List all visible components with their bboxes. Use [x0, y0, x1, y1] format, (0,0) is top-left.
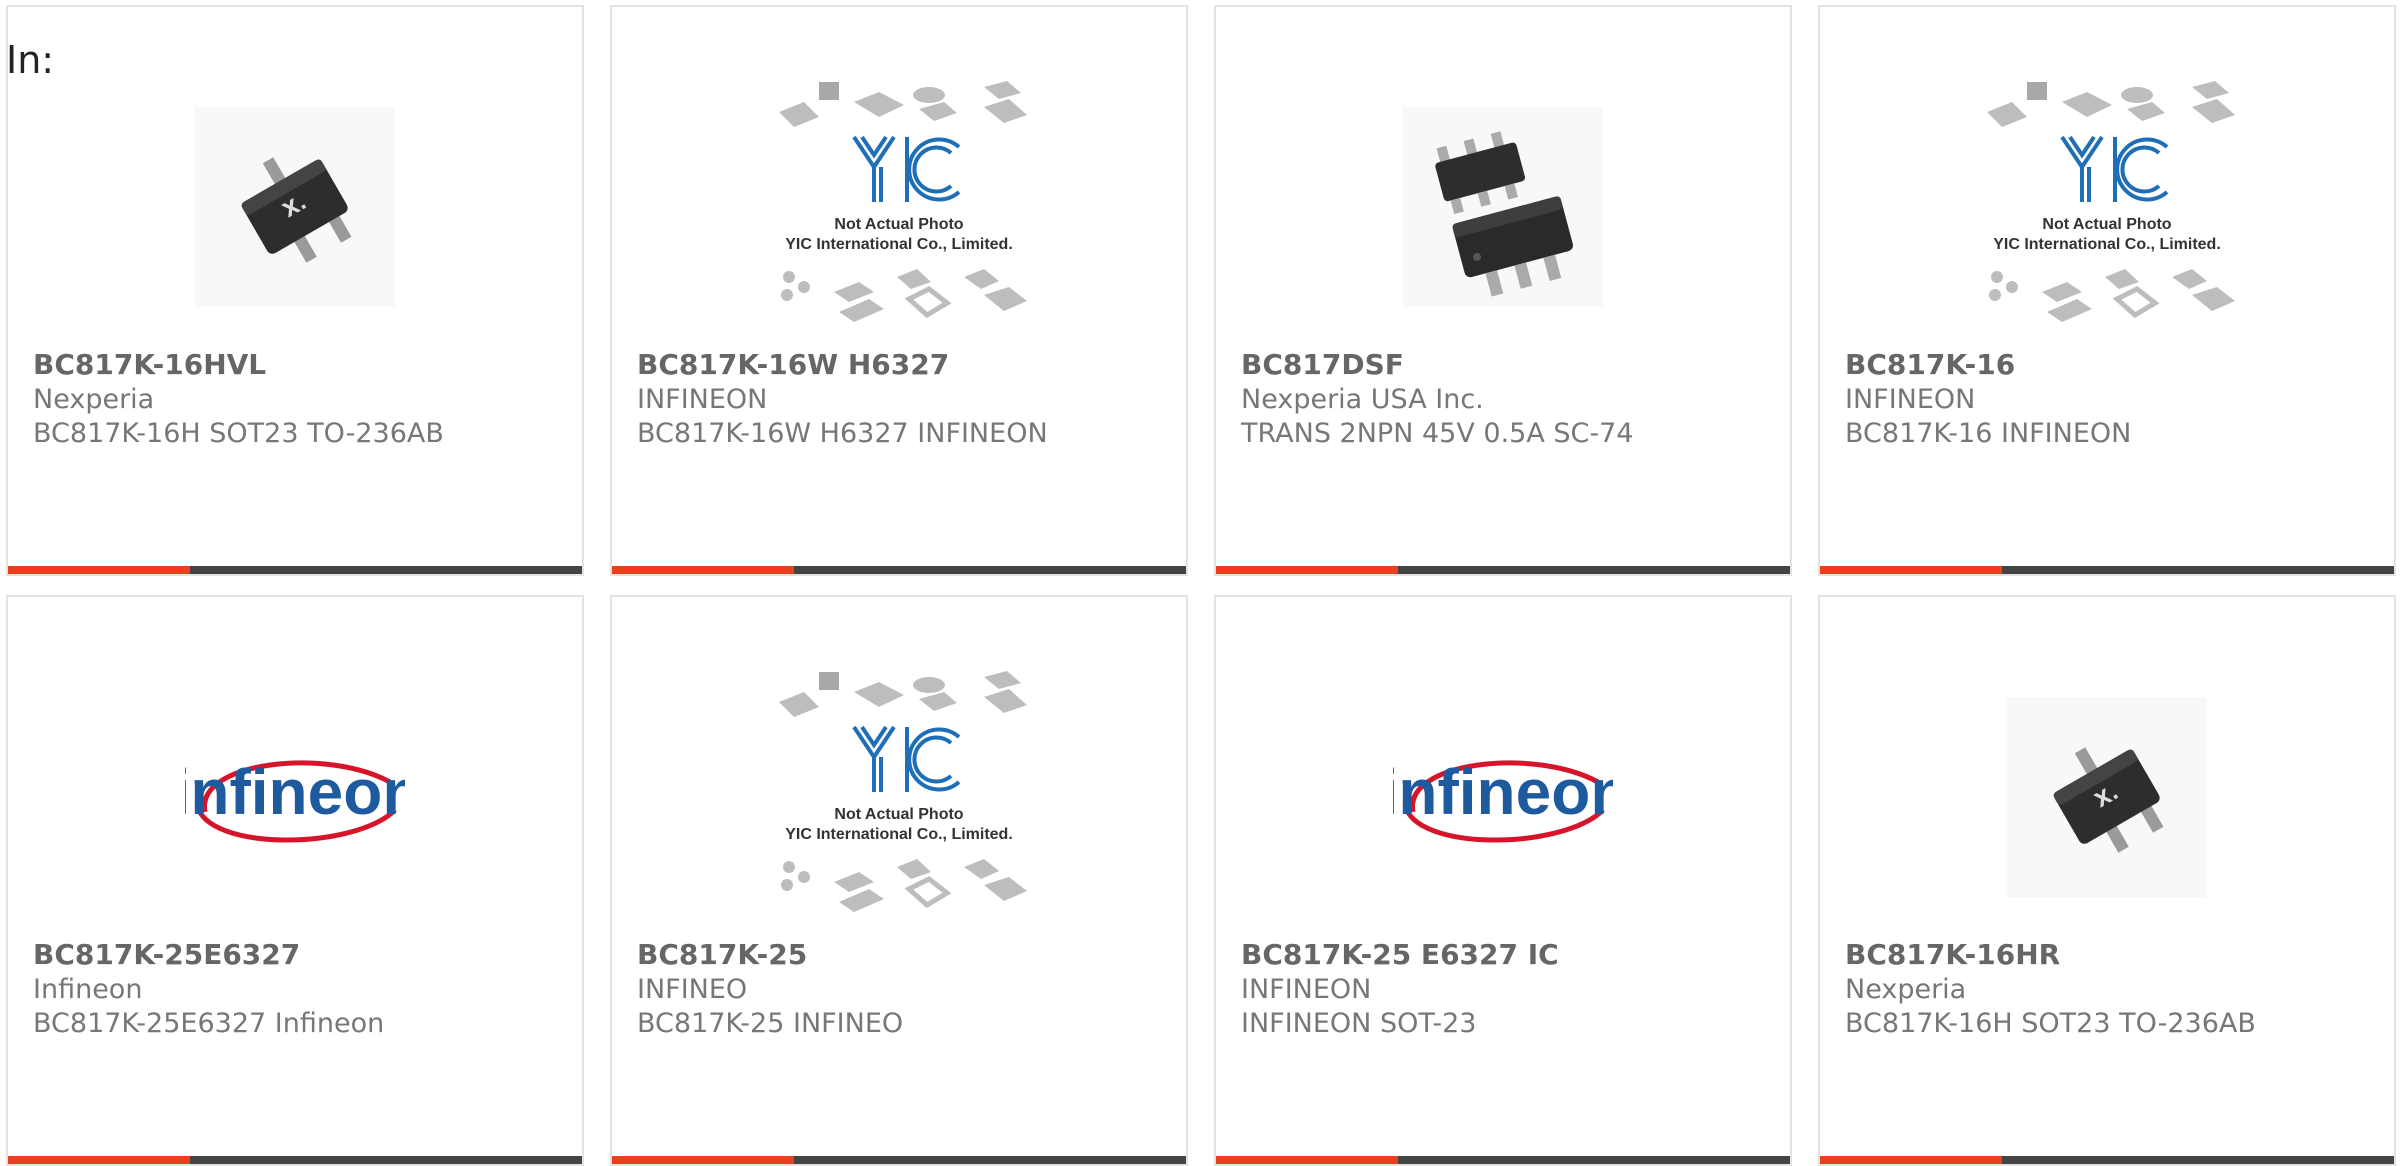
product-card[interactable]: Not Actual Photo YIC International Co., …	[610, 595, 1188, 1166]
card-bar	[612, 1156, 1186, 1164]
sc74-package-icon	[1403, 107, 1603, 307]
description: TRANS 2NPN 45V 0.5A SC-74	[1241, 418, 1634, 449]
placeholder-company: YIC International Co., Limited.	[1993, 236, 2221, 253]
product-image	[1820, 657, 2394, 937]
yic-placeholder-icon: Not Actual Photo YIC International Co., …	[779, 81, 1027, 322]
product-image: infineon	[1216, 657, 1790, 937]
card-bar-accent	[8, 566, 190, 574]
sot23-transistor-icon	[2007, 697, 2207, 897]
manufacturer: Nexperia USA Inc.	[1241, 384, 1484, 415]
card-bar	[1216, 1156, 1790, 1164]
card-bar-accent	[612, 566, 794, 574]
part-number[interactable]: BC817K-25 E6327 IC	[1241, 937, 1770, 973]
part-number[interactable]: BC817K-25E6327	[33, 937, 562, 973]
placeholder-caption: Not Actual Photo	[834, 806, 963, 823]
product-image: Not Actual Photo YIC International Co., …	[612, 657, 1186, 937]
card-bar	[612, 566, 1186, 574]
part-number[interactable]: BC817K-16	[1845, 347, 2374, 383]
part-number[interactable]: BC817DSF	[1241, 347, 1770, 383]
product-card[interactable]: infineon BC817K-25 E6327 IC INFINEON INF…	[1214, 595, 1792, 1166]
placeholder-caption: Not Actual Photo	[834, 216, 963, 233]
in-label: In:	[6, 38, 55, 82]
card-bar-accent	[612, 1156, 794, 1164]
card-bar	[8, 566, 582, 574]
description: BC817K-25 INFINEO	[637, 1008, 904, 1039]
placeholder-company: YIC International Co., Limited.	[785, 236, 1013, 253]
manufacturer: INFINEON	[1241, 974, 1372, 1005]
description: INFINEON SOT-23	[1241, 1008, 1477, 1039]
yic-placeholder-icon: Not Actual Photo YIC International Co., …	[779, 671, 1027, 912]
product-card[interactable]: BC817DSF Nexperia USA Inc. TRANS 2NPN 45…	[1214, 5, 1792, 576]
sot23-transistor-icon	[195, 107, 395, 307]
product-image: Not Actual Photo YIC International Co., …	[612, 67, 1186, 347]
card-bar-accent	[1216, 566, 1398, 574]
infineon-logo-icon: infineon	[1393, 756, 1613, 843]
manufacturer: Infineon	[33, 974, 143, 1005]
product-card[interactable]: BC817K-16HVL Nexperia BC817K-16H SOT23 T…	[6, 5, 584, 576]
infineon-logo-icon: infineon	[185, 756, 405, 843]
logo-text: infineon	[185, 756, 405, 828]
card-bar-accent	[1820, 566, 2002, 574]
product-card[interactable]: Not Actual Photo YIC International Co., …	[610, 5, 1188, 576]
part-number[interactable]: BC817K-16HR	[1845, 937, 2374, 973]
card-bar	[1820, 1156, 2394, 1164]
description: BC817K-25E6327 Infineon	[33, 1008, 385, 1039]
card-bar	[8, 1156, 582, 1164]
product-image: infineon	[8, 657, 582, 937]
part-number[interactable]: BC817K-25	[637, 937, 1166, 973]
product-image	[1216, 67, 1790, 347]
manufacturer: Nexperia	[1845, 974, 1967, 1005]
part-number[interactable]: BC817K-16HVL	[33, 347, 562, 383]
manufacturer: INFINEO	[637, 974, 748, 1005]
manufacturer: INFINEON	[637, 384, 768, 415]
product-grid: BC817K-16HVL Nexperia BC817K-16H SOT23 T…	[6, 5, 2400, 1166]
manufacturer: INFINEON	[1845, 384, 1976, 415]
yic-placeholder-icon: Not Actual Photo YIC International Co., …	[1987, 81, 2235, 322]
card-bar-accent	[1216, 1156, 1398, 1164]
description: BC817K-16 INFINEON	[1845, 418, 2132, 449]
description: BC817K-16H SOT23 TO-236AB	[1845, 1008, 2256, 1039]
placeholder-company: YIC International Co., Limited.	[785, 826, 1013, 843]
part-number[interactable]: BC817K-16W H6327	[637, 347, 1166, 383]
product-image: Not Actual Photo YIC International Co., …	[1820, 67, 2394, 347]
logo-text: infineon	[1393, 756, 1613, 828]
manufacturer: Nexperia	[33, 384, 155, 415]
product-card[interactable]: infineon BC817K-25E6327 Infineon BC817K-…	[6, 595, 584, 1166]
card-bar	[1216, 566, 1790, 574]
description: BC817K-16W H6327 INFINEON	[637, 418, 1048, 449]
card-bar-accent	[8, 1156, 190, 1164]
product-image	[8, 67, 582, 347]
product-card[interactable]: Not Actual Photo YIC International Co., …	[1818, 5, 2396, 576]
description: BC817K-16H SOT23 TO-236AB	[33, 418, 444, 449]
product-card[interactable]: BC817K-16HR Nexperia BC817K-16H SOT23 TO…	[1818, 595, 2396, 1166]
placeholder-caption: Not Actual Photo	[2042, 216, 2171, 233]
card-bar	[1820, 566, 2394, 574]
card-bar-accent	[1820, 1156, 2002, 1164]
